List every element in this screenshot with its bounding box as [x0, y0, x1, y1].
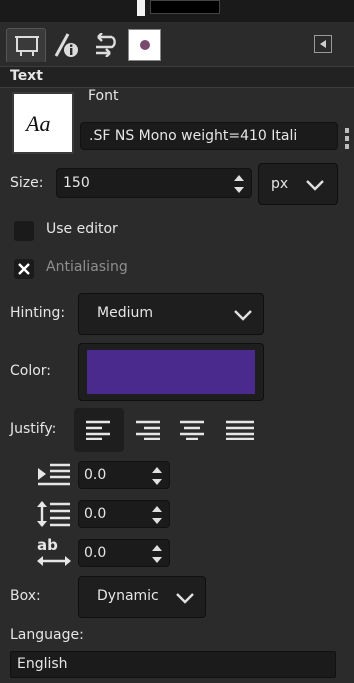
- check-x-icon: [18, 263, 30, 275]
- size-stepper-icon[interactable]: [233, 173, 245, 195]
- indent-stepper-icon[interactable]: [151, 465, 163, 487]
- panel-menu-button[interactable]: [314, 35, 332, 53]
- tab-tool-options[interactable]: [6, 28, 46, 62]
- chevron-down-icon: [233, 308, 253, 322]
- panel-menu-icon: [318, 39, 328, 49]
- language-value: English: [17, 656, 68, 672]
- top-strip: [0, 0, 354, 22]
- align-center-icon[interactable]: [180, 420, 204, 440]
- align-left-icon: [86, 420, 110, 440]
- chevron-down-icon: [305, 178, 325, 192]
- box-value: Dynamic: [97, 588, 159, 604]
- letter-spacing-icon: ab: [36, 536, 72, 568]
- tab-images[interactable]: [128, 29, 161, 61]
- font-preview-button[interactable]: Aa: [12, 92, 74, 154]
- undo-history-icon: [90, 33, 118, 57]
- line-spacing-icon: [36, 500, 72, 528]
- image-thumbnail-icon: [140, 40, 150, 50]
- tab-undo-history[interactable]: [86, 28, 122, 62]
- tab-device-status[interactable]: [48, 28, 84, 62]
- line-spacing-stepper-icon[interactable]: [151, 504, 163, 526]
- scroll-handle[interactable]: [345, 128, 349, 154]
- letter-spacing-input[interactable]: 0.0: [78, 539, 170, 567]
- justify-left-button[interactable]: [74, 408, 124, 452]
- chevron-down-icon: [175, 591, 195, 605]
- box-select[interactable]: Dynamic: [78, 576, 206, 618]
- line-spacing-value: 0.0: [84, 506, 107, 522]
- language-input[interactable]: English: [10, 651, 336, 678]
- align-right-icon[interactable]: [136, 420, 160, 440]
- use-editor-checkbox[interactable]: [14, 221, 34, 241]
- font-name-value: .SF NS Mono weight=410 Itali: [89, 128, 298, 144]
- color-button[interactable]: [78, 343, 264, 401]
- letter-spacing-stepper-icon[interactable]: [151, 543, 163, 565]
- justify-label: Justify:: [10, 421, 57, 437]
- color-swatch: [87, 350, 255, 394]
- use-editor-label[interactable]: Use editor: [46, 221, 118, 237]
- dock-tabs: [0, 22, 354, 67]
- indent-icon: [36, 462, 72, 488]
- font-preview-text: Aa: [26, 111, 51, 136]
- section-title: Text: [10, 68, 43, 84]
- size-input[interactable]: 150: [56, 168, 252, 198]
- indent-input[interactable]: 0.0: [78, 461, 170, 489]
- box-label: Box:: [10, 588, 41, 604]
- size-label: Size:: [10, 175, 44, 191]
- font-label: Font: [88, 88, 119, 104]
- image-preview-black: [150, 0, 220, 14]
- svg-text:ab: ab: [37, 536, 58, 554]
- color-label: Color:: [10, 363, 52, 379]
- align-fill-icon[interactable]: [226, 420, 254, 440]
- text-tool-icon: [13, 35, 41, 57]
- antialiasing-label[interactable]: Antialiasing: [46, 259, 128, 275]
- size-unit-value: px: [271, 176, 289, 192]
- line-spacing-input[interactable]: 0.0: [78, 500, 170, 528]
- indent-value: 0.0: [84, 467, 107, 483]
- hinting-label: Hinting:: [10, 305, 66, 321]
- size-value: 150: [63, 175, 90, 191]
- device-status-icon: [52, 32, 80, 58]
- hinting-select[interactable]: Medium: [78, 293, 264, 335]
- size-unit-select[interactable]: px: [258, 163, 338, 205]
- language-label: Language:: [10, 627, 84, 643]
- font-name-field[interactable]: .SF NS Mono weight=410 Itali: [80, 122, 338, 150]
- image-preview-strip: [137, 0, 145, 16]
- antialiasing-checkbox[interactable]: [14, 259, 34, 279]
- hinting-value: Medium: [97, 305, 153, 321]
- section-header: Text: [0, 66, 354, 88]
- letter-spacing-value: 0.0: [84, 545, 107, 561]
